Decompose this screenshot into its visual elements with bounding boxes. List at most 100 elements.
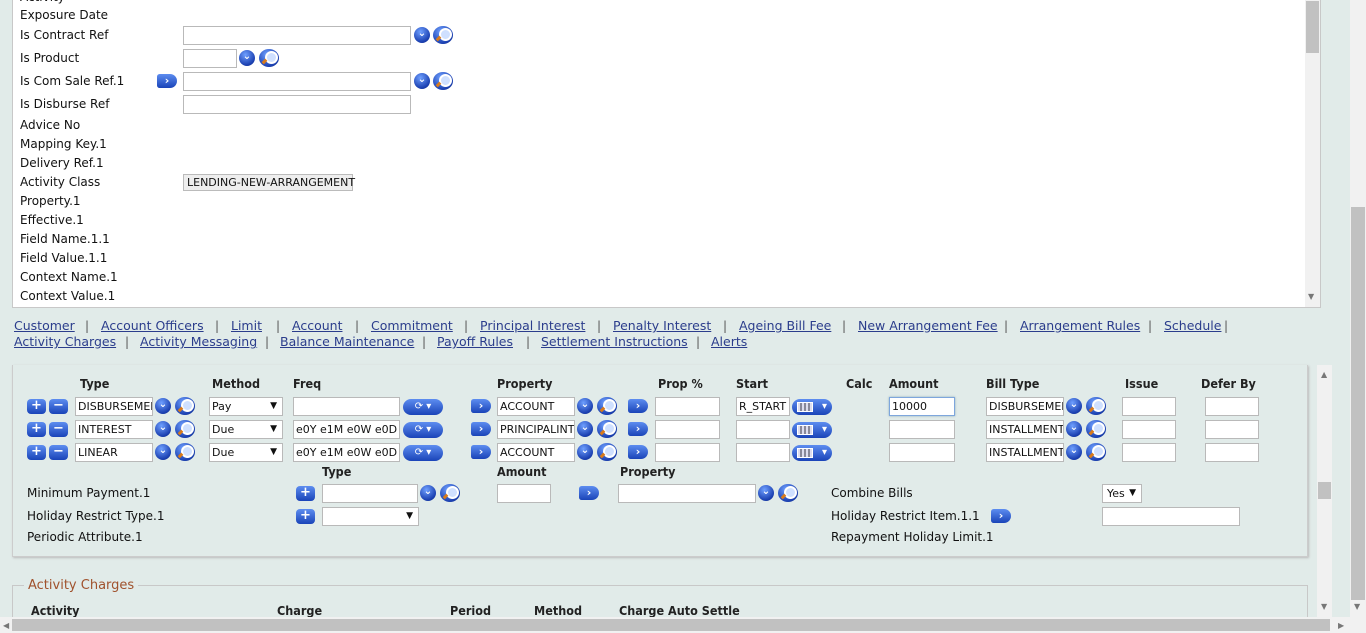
tab-alerts[interactable]: Alerts bbox=[711, 335, 747, 349]
tab-account[interactable]: Account bbox=[292, 319, 342, 333]
expand-arrow-icon[interactable]: › bbox=[471, 399, 491, 413]
amount-input[interactable] bbox=[889, 443, 955, 462]
property-input[interactable]: PRINCIPALINT bbox=[497, 420, 575, 439]
expand-arrow-icon[interactable]: › bbox=[157, 74, 177, 88]
dropdown-icon[interactable]: ⌄ bbox=[577, 444, 593, 460]
lookup-magnifier-icon[interactable] bbox=[433, 72, 453, 90]
frequency-refresh-dropdown-icon[interactable]: ⟳ ▾ bbox=[403, 445, 443, 461]
tab-activity-messaging[interactable]: Activity Messaging bbox=[140, 335, 257, 349]
lookup-magnifier-icon[interactable] bbox=[175, 420, 195, 438]
add-row-plus-icon[interactable]: + bbox=[27, 422, 46, 437]
holiday-restrict-item-input[interactable] bbox=[1102, 507, 1240, 526]
add-plus-icon[interactable]: + bbox=[296, 486, 315, 501]
tab-limit[interactable]: Limit bbox=[231, 319, 262, 333]
type-input[interactable]: DISBURSEMENT bbox=[75, 397, 153, 416]
panel-scroll-thumb[interactable] bbox=[1318, 482, 1331, 499]
tab-customer[interactable]: Customer bbox=[14, 319, 75, 333]
add-row-plus-icon[interactable]: + bbox=[27, 399, 46, 414]
dropdown-icon[interactable]: ⌄ bbox=[1066, 444, 1082, 460]
expand-arrow-icon[interactable]: › bbox=[471, 422, 491, 436]
is-com-sale-ref-input[interactable] bbox=[183, 72, 411, 91]
tab-penalty-interest[interactable]: Penalty Interest bbox=[613, 319, 711, 333]
prop-percent-input[interactable] bbox=[655, 420, 720, 439]
expand-arrow-icon[interactable]: › bbox=[471, 445, 491, 459]
lookup-magnifier-icon[interactable] bbox=[440, 484, 460, 502]
method-select[interactable]: Due bbox=[209, 420, 283, 439]
dropdown-icon[interactable]: ⌄ bbox=[239, 50, 255, 66]
panel-scrollbar[interactable]: ▲ ▼ bbox=[1317, 365, 1332, 617]
dropdown-icon[interactable]: ⌄ bbox=[420, 485, 436, 501]
freq-input[interactable]: e0Y e1M e0W e0D e0F bbox=[293, 420, 400, 439]
expand-arrow-icon[interactable]: › bbox=[628, 445, 648, 459]
start-input[interactable] bbox=[736, 420, 790, 439]
dropdown-icon[interactable]: ⌄ bbox=[414, 27, 430, 43]
lookup-magnifier-icon[interactable] bbox=[175, 443, 195, 461]
tab-account-officers[interactable]: Account Officers bbox=[101, 319, 204, 333]
remove-row-minus-icon[interactable]: − bbox=[49, 445, 68, 460]
minimum-payment-property-input[interactable] bbox=[618, 484, 756, 503]
add-plus-icon[interactable]: + bbox=[296, 509, 315, 524]
frequency-refresh-dropdown-icon[interactable]: ⟳ ▾ bbox=[403, 399, 443, 415]
tab-arrangement-rules[interactable]: Arrangement Rules bbox=[1020, 319, 1140, 333]
dropdown-icon[interactable]: ⌄ bbox=[155, 398, 171, 414]
start-input[interactable]: R_START bbox=[736, 397, 790, 416]
calendar-dropdown-icon[interactable]: ▾ bbox=[792, 399, 832, 415]
dropdown-icon[interactable]: ⌄ bbox=[155, 421, 171, 437]
tab-principal-interest[interactable]: Principal Interest bbox=[480, 319, 585, 333]
lookup-magnifier-icon[interactable] bbox=[778, 484, 798, 502]
expand-arrow-icon[interactable]: › bbox=[628, 422, 648, 436]
bill-type-input[interactable]: INSTALLMENT bbox=[986, 420, 1064, 439]
scroll-right-arrow-icon[interactable]: ▶ bbox=[1338, 621, 1344, 630]
lookup-magnifier-icon[interactable] bbox=[1086, 443, 1106, 461]
expand-arrow-icon[interactable]: › bbox=[991, 509, 1011, 523]
calendar-dropdown-icon[interactable]: ▾ bbox=[792, 422, 832, 438]
horizontal-scrollbar[interactable]: ◀ ▶ bbox=[0, 617, 1350, 633]
lookup-magnifier-icon[interactable] bbox=[175, 397, 195, 415]
defer-by-input[interactable] bbox=[1205, 443, 1259, 462]
add-row-plus-icon[interactable]: + bbox=[27, 445, 46, 460]
lookup-magnifier-icon[interactable] bbox=[597, 397, 617, 415]
scroll-down-arrow-icon[interactable]: ▼ bbox=[1308, 292, 1314, 301]
horizontal-scroll-thumb[interactable] bbox=[12, 619, 1330, 631]
issue-input[interactable] bbox=[1122, 443, 1176, 462]
bill-type-input[interactable]: DISBURSEMENT bbox=[986, 397, 1064, 416]
lookup-magnifier-icon[interactable] bbox=[259, 49, 279, 67]
tab-settlement-instructions[interactable]: Settlement Instructions bbox=[541, 335, 688, 349]
top-panel-scroll-thumb[interactable] bbox=[1306, 1, 1319, 53]
lookup-magnifier-icon[interactable] bbox=[597, 420, 617, 438]
frequency-refresh-dropdown-icon[interactable]: ⟳ ▾ bbox=[403, 422, 443, 438]
scroll-down-arrow-icon[interactable]: ▼ bbox=[1354, 602, 1360, 611]
dropdown-icon[interactable]: ⌄ bbox=[577, 421, 593, 437]
tab-schedule[interactable]: Schedule bbox=[1164, 319, 1221, 333]
dropdown-icon[interactable]: ⌄ bbox=[577, 398, 593, 414]
issue-input[interactable] bbox=[1122, 397, 1176, 416]
lookup-magnifier-icon[interactable] bbox=[1086, 397, 1106, 415]
minimum-payment-type-input[interactable] bbox=[322, 484, 418, 503]
method-select[interactable]: Pay bbox=[209, 397, 283, 416]
freq-input[interactable]: e0Y e1M e0W e0D e0F bbox=[293, 443, 400, 462]
tab-payoff-rules[interactable]: Payoff Rules bbox=[437, 335, 513, 349]
holiday-restrict-type-select[interactable] bbox=[322, 507, 419, 526]
calendar-dropdown-icon[interactable]: ▾ bbox=[792, 445, 832, 461]
is-contract-ref-input[interactable] bbox=[183, 26, 411, 45]
type-input[interactable]: LINEAR bbox=[75, 443, 153, 462]
prop-percent-input[interactable] bbox=[655, 443, 720, 462]
property-input[interactable]: ACCOUNT bbox=[497, 443, 575, 462]
method-select[interactable]: Due bbox=[209, 443, 283, 462]
lookup-magnifier-icon[interactable] bbox=[1086, 420, 1106, 438]
dropdown-icon[interactable]: ⌄ bbox=[1066, 421, 1082, 437]
top-panel-scrollbar[interactable]: ▼ bbox=[1305, 0, 1320, 307]
bill-type-input[interactable]: INSTALLMENT bbox=[986, 443, 1064, 462]
expand-arrow-icon[interactable]: › bbox=[579, 486, 599, 500]
dropdown-icon[interactable]: ⌄ bbox=[155, 444, 171, 460]
defer-by-input[interactable] bbox=[1205, 397, 1259, 416]
is-product-input[interactable] bbox=[183, 49, 237, 68]
dropdown-icon[interactable]: ⌄ bbox=[758, 485, 774, 501]
amount-input[interactable] bbox=[889, 420, 955, 439]
combine-bills-select[interactable]: Yes bbox=[1102, 484, 1142, 503]
freq-input[interactable] bbox=[293, 397, 400, 416]
prop-percent-input[interactable] bbox=[655, 397, 720, 416]
defer-by-input[interactable] bbox=[1205, 420, 1259, 439]
expand-arrow-icon[interactable]: › bbox=[628, 399, 648, 413]
remove-row-minus-icon[interactable]: − bbox=[49, 422, 68, 437]
